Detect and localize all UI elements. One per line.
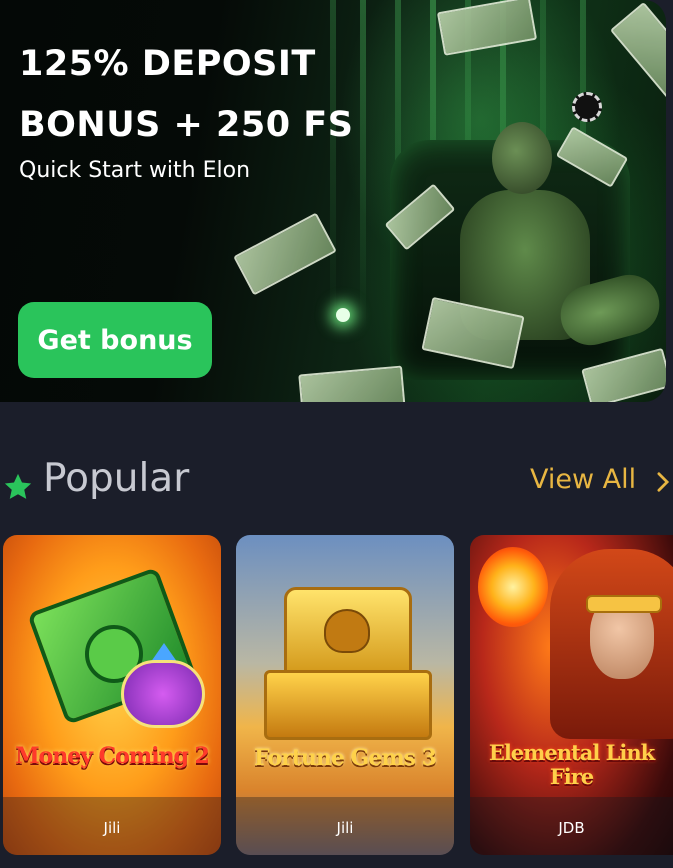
sparkle <box>336 308 350 322</box>
star-icon <box>4 473 32 499</box>
banner-subtitle: Quick Start with Elon <box>19 158 251 183</box>
provider-label: Jili <box>103 819 121 837</box>
poker-chip <box>572 92 602 122</box>
provider-label: Jili <box>336 819 354 837</box>
banner-title: 125% DEPOSIT BONUS + 250 FS <box>19 44 354 145</box>
game-card-money-coming-2[interactable]: Money Coming 2 Jili <box>3 535 221 855</box>
section-title: Popular <box>43 456 190 501</box>
game-title-logo: Fortune Gems 3 <box>254 745 437 771</box>
provider-label: JDB <box>558 819 585 837</box>
flying-bill <box>298 365 406 402</box>
fire-orb-image <box>478 547 548 627</box>
upwin-badge <box>121 660 205 728</box>
flying-bill <box>436 0 538 56</box>
view-all-link[interactable]: View All <box>530 464 636 495</box>
game-title-logo: Money Coming 2 <box>15 743 210 769</box>
game-title-logo: Elemental Link Fire <box>488 740 655 789</box>
chevron-right-icon[interactable] <box>656 471 670 493</box>
flying-bill <box>233 212 337 296</box>
popular-section-header: Popular View All <box>0 448 673 512</box>
game-card-fortune-gems-3[interactable]: Fortune Gems 3 Jili <box>236 535 454 855</box>
flying-bill <box>609 1 666 103</box>
game-card-elemental-link-fire[interactable]: Elemental Link Fire JDB <box>470 535 673 855</box>
get-bonus-button[interactable]: Get bonus <box>18 302 212 378</box>
promo-banner[interactable]: 125% DEPOSIT BONUS + 250 FS Quick Start … <box>0 0 666 402</box>
